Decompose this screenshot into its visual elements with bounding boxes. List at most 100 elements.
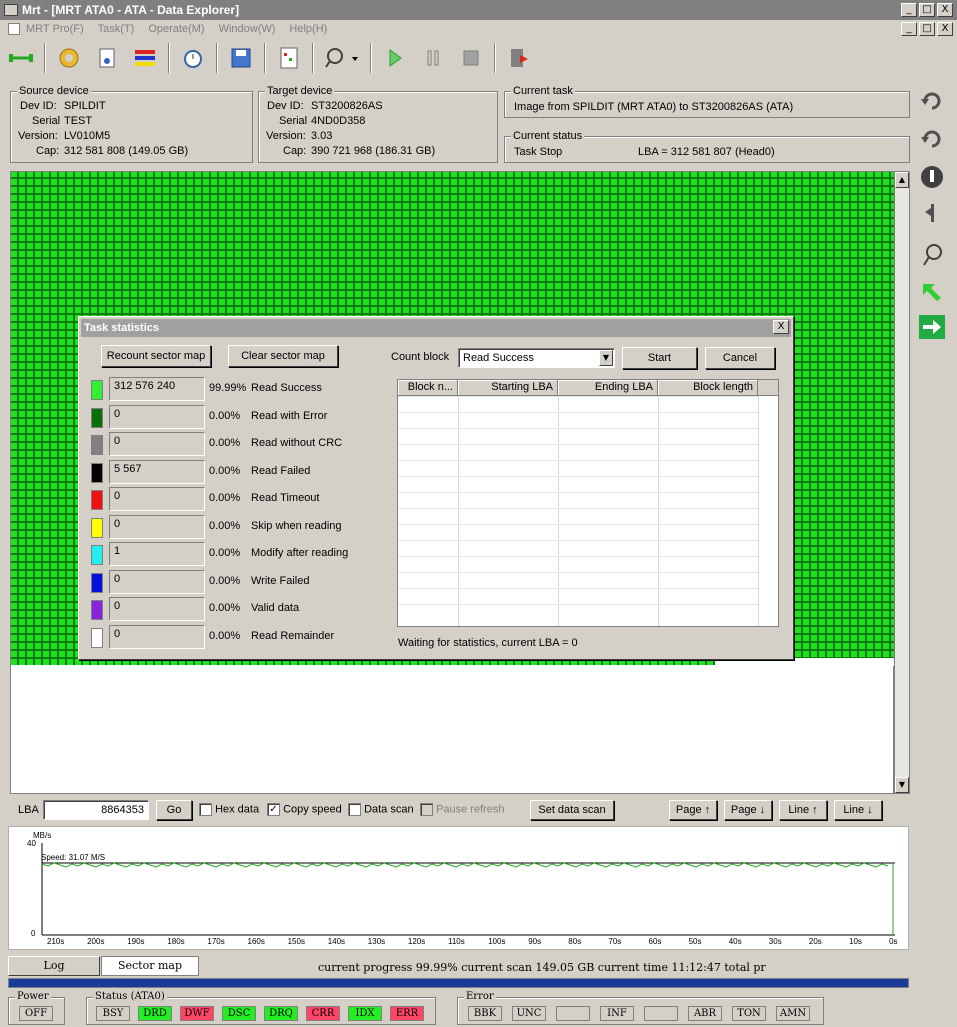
col-starting-lba[interactable]: Starting LBA xyxy=(458,380,558,395)
stat-percent: 0.00% xyxy=(209,464,241,477)
stat-percent: 0.00% xyxy=(209,437,241,449)
tab-log[interactable]: Log xyxy=(8,956,100,976)
menu-window[interactable]: Window(W) xyxy=(219,23,276,35)
mdi-close-button[interactable]: X xyxy=(937,22,953,36)
speed-tick-label: 190s xyxy=(127,937,145,946)
recount-sector-map-button[interactable]: Recount sector map xyxy=(101,345,211,367)
cursor-icon[interactable] xyxy=(917,198,947,228)
error-indicator: ABR xyxy=(688,1006,722,1021)
line-down-button[interactable]: Line ↓ xyxy=(834,800,882,820)
stat-percent: 0.00% xyxy=(209,629,241,642)
connect-icon[interactable] xyxy=(6,43,36,73)
table-row xyxy=(398,508,758,509)
col-block-number[interactable]: Block n... xyxy=(398,380,458,395)
report-icon[interactable] xyxy=(274,43,304,73)
save-icon[interactable] xyxy=(226,43,256,73)
menu-mrtpro[interactable]: MRT Pro(F) xyxy=(26,23,84,35)
stat-label: Read Success xyxy=(251,382,322,394)
back-arrow-icon[interactable] xyxy=(917,276,947,306)
hex-data-checkbox[interactable] xyxy=(199,803,212,816)
table-row xyxy=(398,524,758,525)
table-column-line xyxy=(758,396,759,626)
menu-task[interactable]: Task(T) xyxy=(98,23,135,35)
version-label: Version: xyxy=(18,130,58,142)
cancel-button[interactable]: Cancel xyxy=(705,347,775,369)
count-block-select[interactable]: Read Success ▼ xyxy=(458,348,615,368)
power-icon[interactable] xyxy=(917,162,947,192)
stat-value: 0 xyxy=(109,404,205,429)
mdi-restore-button[interactable]: □ xyxy=(919,22,935,36)
page-up-button[interactable]: Page ↑ xyxy=(669,800,717,820)
stat-row: 0 0.00% Read Remainder xyxy=(89,624,389,649)
scroll-up-icon[interactable]: ▲ xyxy=(895,172,909,188)
stat-color-swatch xyxy=(91,490,103,510)
stat-label: Skip when reading xyxy=(251,519,342,532)
stat-percent: 0.00% xyxy=(209,409,241,422)
source-serial: TEST xyxy=(64,115,93,127)
clear-sector-map-button[interactable]: Clear sector map xyxy=(228,345,338,367)
menu-help[interactable]: Help(H) xyxy=(289,23,327,35)
tab-sector-map[interactable]: Sector map xyxy=(101,956,199,976)
menu-operate[interactable]: Operate(M) xyxy=(148,23,204,35)
set-data-scan-button[interactable]: Set data scan xyxy=(530,800,614,820)
undo-icon[interactable] xyxy=(917,86,947,116)
probe-icon[interactable] xyxy=(322,43,362,73)
stat-color-swatch xyxy=(91,407,103,428)
stat-label: Read Remainder xyxy=(251,629,335,642)
probe-side-icon[interactable] xyxy=(917,240,947,270)
timer-icon[interactable] xyxy=(178,43,208,73)
speed-tick-label: 160s xyxy=(247,937,265,946)
speed-ymin: 0 xyxy=(31,929,36,938)
stat-percent: 0.00% xyxy=(209,547,241,559)
speed-tick-label: 180s xyxy=(167,937,185,946)
speed-tick-label: 0s xyxy=(889,937,898,946)
speed-tick-label: 30s xyxy=(768,937,782,946)
copy-speed-checkbox[interactable]: ✓ xyxy=(267,803,280,816)
blocks-table: Block n... Starting LBA Ending LBA Block… xyxy=(397,379,779,627)
lba-input[interactable]: 8864353 xyxy=(43,800,149,820)
pause-icon[interactable] xyxy=(418,43,448,73)
speed-tick-label: 210s xyxy=(47,937,65,946)
close-button[interactable]: X xyxy=(937,3,953,17)
speed-tick-label: 20s xyxy=(808,937,822,946)
stat-label: Read without CRC xyxy=(251,437,343,449)
pause-refresh-checkbox[interactable] xyxy=(420,803,433,816)
serial-label: Serial xyxy=(32,115,61,127)
chevron-down-icon[interactable]: ▼ xyxy=(599,350,613,366)
col-block-length[interactable]: Block length xyxy=(658,380,758,395)
speed-tick-label: 10s xyxy=(849,937,862,946)
minimize-button[interactable]: _ xyxy=(901,3,917,17)
line-up-button[interactable]: Line ↑ xyxy=(779,800,827,820)
stat-label: Read Timeout xyxy=(251,492,320,504)
data-scan-checkbox[interactable] xyxy=(348,803,361,816)
mdi-minimize-button[interactable]: _ xyxy=(901,22,917,36)
toolbar-separator xyxy=(168,43,170,73)
col-ending-lba[interactable]: Ending LBA xyxy=(558,380,658,395)
serial-label: Serial xyxy=(279,115,308,127)
next-arrow-icon[interactable] xyxy=(917,312,947,342)
stat-color-swatch xyxy=(91,517,103,538)
go-button[interactable]: Go xyxy=(156,800,192,820)
table-row xyxy=(398,572,758,573)
start-button[interactable]: Start xyxy=(622,347,697,369)
dialog-close-button[interactable]: X xyxy=(773,320,789,334)
hex-data-label: Hex data xyxy=(215,803,260,816)
stop-icon[interactable] xyxy=(456,43,486,73)
toolbar xyxy=(0,38,957,78)
document-icon[interactable] xyxy=(92,43,122,73)
color-bars-icon[interactable] xyxy=(130,43,160,73)
scroll-down-icon[interactable]: ▼ xyxy=(895,777,909,793)
stat-label: Modify after reading xyxy=(251,547,349,559)
current-task-label: Current task xyxy=(511,85,575,97)
maximize-button[interactable]: □ xyxy=(919,3,935,17)
sector-map-scrollbar[interactable]: ▲ ▼ xyxy=(894,171,910,794)
exit-icon[interactable] xyxy=(504,43,534,73)
stat-value: 1 xyxy=(109,542,205,566)
undo-all-icon[interactable] xyxy=(917,124,947,154)
speed-tick-label: 130s xyxy=(367,937,386,946)
gear-icon[interactable] xyxy=(54,43,84,73)
play-icon[interactable] xyxy=(380,43,410,73)
copy-speed-label: Copy speed xyxy=(283,803,342,816)
page-down-button[interactable]: Page ↓ xyxy=(724,800,772,820)
toolbar-separator xyxy=(44,43,46,73)
